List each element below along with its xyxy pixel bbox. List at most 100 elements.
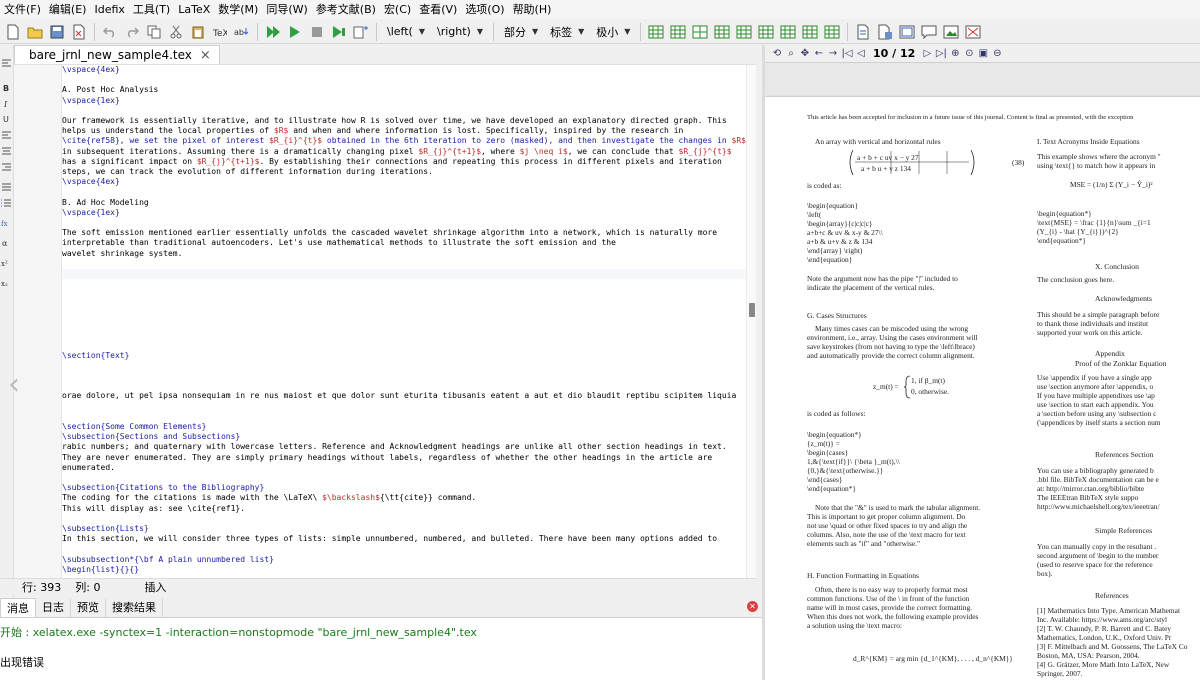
scrollbar-thumb[interactable] xyxy=(749,303,755,317)
latex-icon[interactable]: TeX xyxy=(210,22,230,42)
code-line[interactable]: 394 xyxy=(62,279,746,289)
code-line[interactable]: 380\vspace{4ex} xyxy=(62,65,746,75)
cut-icon[interactable] xyxy=(166,22,186,42)
enumerate-icon[interactable] xyxy=(1,197,12,207)
find-replace-icon[interactable]: ab xyxy=(232,22,252,42)
comment-icon[interactable] xyxy=(919,22,939,42)
pdf-search-icon[interactable]: ⌕ xyxy=(785,48,797,60)
code-line[interactable]: ↪They are never enumerated. They are sim… xyxy=(62,453,746,463)
table-remove-column-icon[interactable] xyxy=(734,22,754,42)
menu-item-5[interactable]: 数学(M) xyxy=(214,0,262,19)
table-split-icon[interactable] xyxy=(778,22,798,42)
code-line[interactable]: 413The coding for the citations is made … xyxy=(62,493,746,503)
code-line[interactable]: 418 xyxy=(62,544,746,554)
menu-item-8[interactable]: 宏(C) xyxy=(380,0,415,19)
undo-icon[interactable] xyxy=(100,22,120,42)
bold-icon[interactable]: B xyxy=(1,81,12,93)
code-line[interactable]: ↪helps us understand the local propertie… xyxy=(62,126,746,136)
table-format-icon[interactable] xyxy=(822,22,842,42)
code-line[interactable]: 417In this section, we will consider thr… xyxy=(62,534,746,544)
pdf-sync-icon[interactable]: ⟲ xyxy=(771,48,783,60)
menu-item-6[interactable]: 同导(W) xyxy=(262,0,311,19)
zoom-fit-icon[interactable]: ⊙ xyxy=(963,48,975,60)
code-line[interactable]: 406 xyxy=(62,402,746,412)
superscript-icon[interactable]: x² xyxy=(1,257,12,268)
pdf-forward-icon[interactable]: → xyxy=(827,48,839,60)
menu-item-4[interactable]: LaTeX xyxy=(174,0,214,19)
build-view-icon[interactable] xyxy=(263,22,283,42)
code-line[interactable]: 383\vspace{1ex} xyxy=(62,96,746,106)
code-line[interactable]: 391The soft emission mentioned earlier e… xyxy=(62,228,746,238)
table-icon[interactable] xyxy=(646,22,666,42)
compile-icon[interactable] xyxy=(285,22,305,42)
close-icon[interactable]: × xyxy=(200,48,211,63)
code-line[interactable]: 409\subsection{Sections and Subsections} xyxy=(62,432,746,442)
code-line[interactable]: ↪in subsequent iterations. Assuming ther… xyxy=(62,147,746,157)
pdf-viewer[interactable]: This article has been accepted for inclu… xyxy=(765,63,1200,680)
code-line[interactable]: 410rabic numbers; and quaternary with lo… xyxy=(62,442,746,452)
prev-page-icon[interactable]: ◁ xyxy=(855,48,867,60)
close-panel-icon[interactable]: ✕ xyxy=(747,601,758,612)
code-line[interactable]: 414This will display as: see \cite{ref1}… xyxy=(62,504,746,514)
tab-log[interactable]: 日志 xyxy=(36,598,71,617)
code-line[interactable]: 388B. Ad Hoc Modeling xyxy=(62,198,746,208)
code-line[interactable]: 419\subsubsection*{\bf A plain unnumbere… xyxy=(62,555,746,565)
page-indicator[interactable]: 10 / 12 xyxy=(873,47,915,60)
align-left-icon[interactable] xyxy=(1,129,12,139)
zoom-out-icon[interactable]: ⊖ xyxy=(991,48,1003,60)
code-line[interactable]: 389\vspace{1ex} xyxy=(62,208,746,218)
first-page-icon[interactable]: |◁ xyxy=(841,48,853,60)
image-icon[interactable] xyxy=(941,22,961,42)
code-line[interactable]: 385Our framework is essentially iterativ… xyxy=(62,116,746,126)
code-line[interactable]: 415 xyxy=(62,514,746,524)
code-line[interactable]: 399 xyxy=(62,330,746,340)
close-file-icon[interactable] xyxy=(69,22,89,42)
menu-item-2[interactable]: Idefix xyxy=(90,0,128,19)
tab-preview[interactable]: 预览 xyxy=(71,598,106,617)
code-line[interactable]: 407 xyxy=(62,412,746,422)
code-line[interactable]: 386\vspace{4ex} xyxy=(62,177,746,187)
code-line[interactable]: 408\section{Some Common Elements} xyxy=(62,422,746,432)
fit-page-icon[interactable]: ▣ xyxy=(977,48,989,60)
code-line[interactable]: 402 xyxy=(62,361,746,371)
code-line[interactable]: 411 xyxy=(62,473,746,483)
table-merge-icon[interactable] xyxy=(800,22,820,42)
tab-bare-jrnl-new-sample4[interactable]: bare_jrnl_new_sample4.tex × xyxy=(14,45,220,64)
bibtex-icon[interactable] xyxy=(351,22,371,42)
pdf-back-icon[interactable]: ← xyxy=(813,48,825,60)
align-right-icon[interactable] xyxy=(1,161,12,171)
menu-item-9[interactable]: 查看(V) xyxy=(415,0,461,19)
code-line[interactable]: 393 xyxy=(62,269,746,280)
save-icon[interactable] xyxy=(47,22,67,42)
code-line[interactable]: 390 xyxy=(62,218,746,228)
code-line[interactable]: 404 xyxy=(62,381,746,391)
right-delimiter-combo[interactable]: \right) ▼ xyxy=(431,22,489,42)
zoom-in-icon[interactable]: ⊕ xyxy=(949,48,961,60)
code-line[interactable]: 395 xyxy=(62,289,746,299)
align-center-icon[interactable] xyxy=(1,145,12,155)
code-line[interactable]: ↪has a significant impact on $R_{j}^{t+1… xyxy=(62,157,746,167)
section-combo[interactable]: 部分 ▼ xyxy=(498,22,544,42)
code-area[interactable]: 380\vspace{4ex}381382A. Post Hoc Analysi… xyxy=(62,65,746,578)
copy-icon[interactable] xyxy=(144,22,164,42)
code-line[interactable]: 387 xyxy=(62,187,746,197)
editor-scrollbar[interactable] xyxy=(746,65,756,578)
list-icon[interactable] xyxy=(1,181,12,191)
menu-item-10[interactable]: 选项(O) xyxy=(461,0,508,19)
code-line[interactable]: 381 xyxy=(62,75,746,85)
stop-icon[interactable] xyxy=(307,22,327,42)
label-combo[interactable]: 标签 ▼ xyxy=(544,22,590,42)
menu-item-0[interactable]: 文件(F) xyxy=(0,0,45,19)
code-line[interactable]: 398 xyxy=(62,320,746,330)
redo-icon[interactable] xyxy=(122,22,142,42)
menu-item-3[interactable]: 工具(T) xyxy=(129,0,174,19)
table-add-column-icon[interactable] xyxy=(690,22,710,42)
view-pdf-icon[interactable] xyxy=(329,22,349,42)
open-folder-icon[interactable] xyxy=(25,22,45,42)
paste-icon[interactable] xyxy=(188,22,208,42)
code-line[interactable]: 401\section{Text} xyxy=(62,351,746,361)
menu-item-7[interactable]: 参考文献(B) xyxy=(312,0,380,19)
code-line[interactable]: 416\subsection{Lists} xyxy=(62,524,746,534)
greek-icon[interactable]: α xyxy=(1,237,12,248)
code-line[interactable]: ↪interpretable than traditional autoenco… xyxy=(62,238,746,248)
